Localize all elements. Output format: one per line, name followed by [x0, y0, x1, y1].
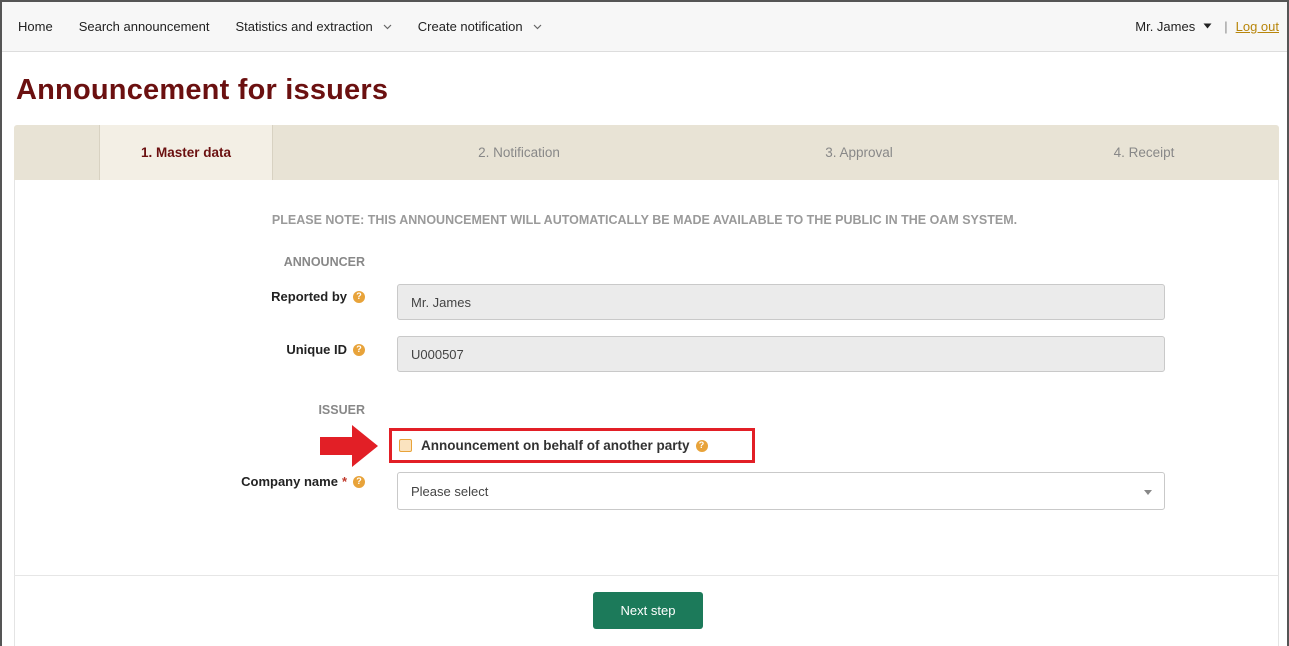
- caret-down-icon: [1203, 21, 1212, 32]
- unique-id-field[interactable]: U000507: [397, 336, 1165, 372]
- dropdown-caret-icon: [1144, 487, 1152, 497]
- behalf-of-another-party-label[interactable]: Announcement on behalf of another party: [421, 438, 690, 453]
- step-master-data[interactable]: 1. Master data: [99, 125, 273, 180]
- footer-divider: [14, 575, 1279, 576]
- nav-separator: |: [1224, 19, 1228, 34]
- required-marker: *: [341, 474, 347, 489]
- reported-by-label: Reported by ?: [165, 289, 365, 304]
- red-arrow-icon: [320, 425, 378, 467]
- announcer-section-label: ANNOUNCER: [283, 255, 365, 269]
- nav-statistics-and-extraction[interactable]: Statistics and extraction: [223, 2, 405, 51]
- reported-by-field[interactable]: Mr. James: [397, 284, 1165, 320]
- chevron-down-icon: [383, 21, 392, 33]
- user-name: Mr. James: [1135, 19, 1196, 34]
- user-menu[interactable]: Mr. James: [1135, 19, 1212, 34]
- step-receipt[interactable]: 4. Receipt: [1074, 125, 1214, 180]
- chevron-down-icon: [533, 21, 542, 33]
- nav-user-area: Mr. James | Log out: [1135, 2, 1287, 51]
- unique-id-label: Unique ID ?: [165, 342, 365, 357]
- nav-create-notification[interactable]: Create notification: [405, 2, 555, 51]
- question-circle-icon[interactable]: ?: [353, 475, 365, 488]
- nav-home[interactable]: Home: [2, 2, 66, 51]
- step-notification[interactable]: 2. Notification: [434, 125, 604, 180]
- issuer-section-label: ISSUER: [318, 403, 365, 417]
- step-approval[interactable]: 3. Approval: [784, 125, 934, 180]
- company-name-label: Company name * ?: [165, 474, 365, 489]
- question-circle-icon[interactable]: ?: [353, 290, 365, 303]
- page-title: Announcement for issuers: [16, 74, 389, 106]
- question-circle-icon[interactable]: ?: [353, 343, 365, 356]
- company-name-select[interactable]: Please select: [397, 472, 1165, 510]
- wizard-steps: 1. Master data 2. Notification 3. Approv…: [14, 125, 1279, 180]
- question-circle-icon[interactable]: ?: [695, 439, 708, 452]
- logout-link[interactable]: Log out: [1236, 19, 1279, 34]
- public-notice: PLEASE NOTE: THIS ANNOUNCEMENT WILL AUTO…: [271, 213, 1018, 227]
- behalf-of-another-party-row: Announcement on behalf of another party …: [389, 428, 755, 463]
- nav-search-announcement[interactable]: Search announcement: [66, 2, 223, 51]
- next-step-button[interactable]: Next step: [593, 592, 703, 629]
- behalf-of-another-party-checkbox[interactable]: [399, 439, 412, 452]
- top-navigation: Home Search announcement Statistics and …: [2, 2, 1287, 52]
